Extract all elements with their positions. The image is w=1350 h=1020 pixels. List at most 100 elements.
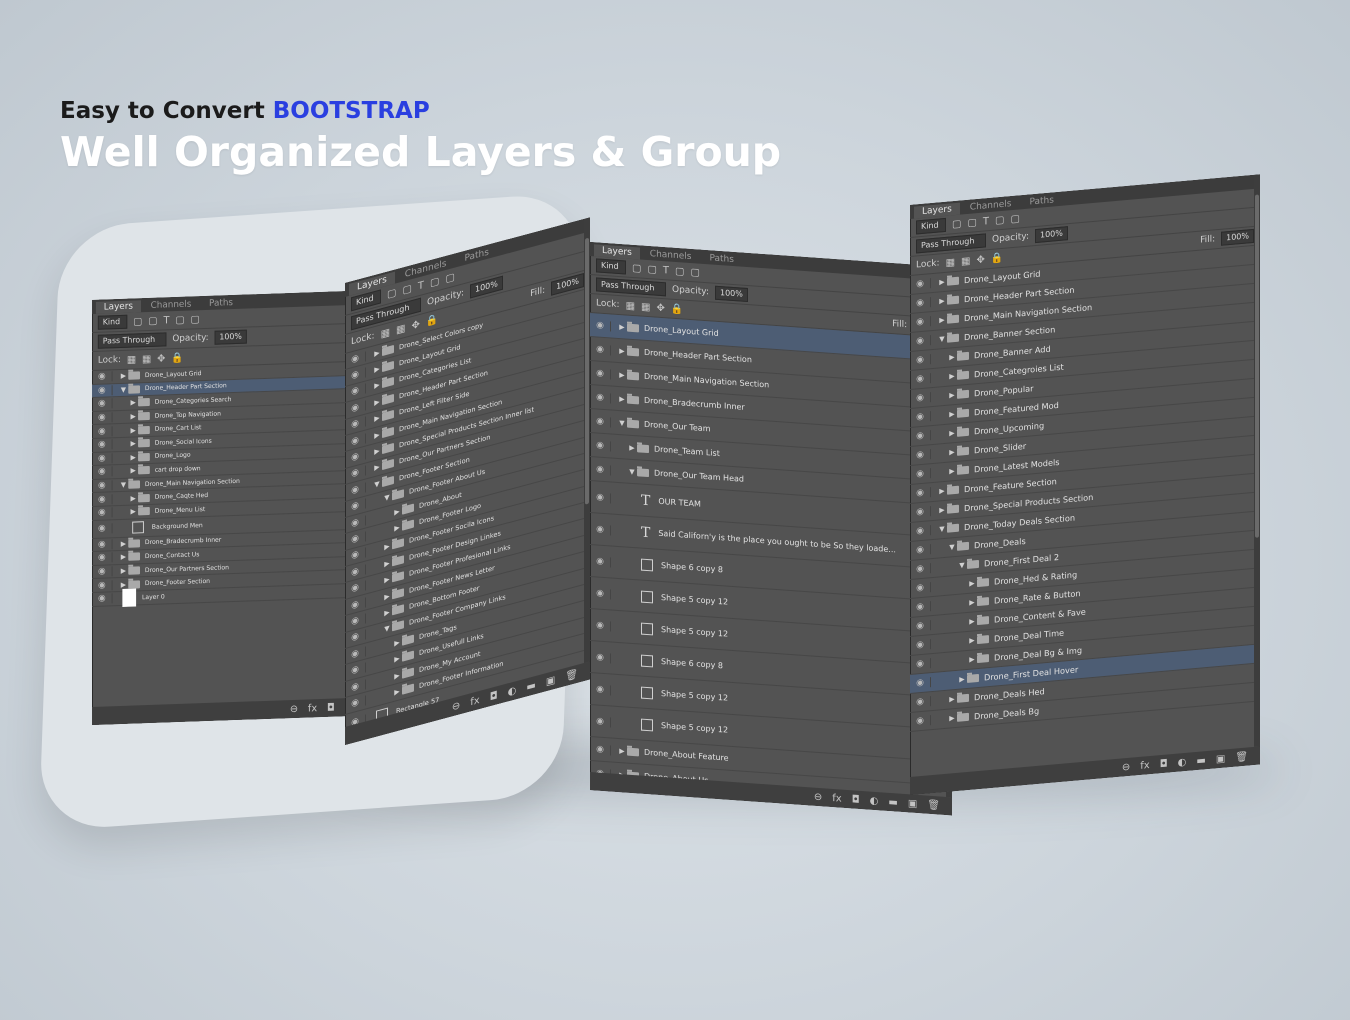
collapsed-caret-icon[interactable]: ▶: [392, 654, 402, 665]
visibility-eye-icon[interactable]: ◉: [345, 400, 366, 416]
trash-icon[interactable]: 🗑: [1235, 751, 1248, 763]
expanded-caret-icon[interactable]: ▼: [118, 481, 128, 489]
visibility-eye-icon[interactable]: ◉: [345, 695, 366, 711]
visibility-eye-icon[interactable]: ◉: [590, 491, 611, 503]
visibility-eye-icon[interactable]: ◉: [910, 335, 931, 347]
visibility-eye-icon[interactable]: ◉: [345, 678, 366, 695]
lock-paint-icon[interactable]: ▦: [396, 322, 405, 336]
collapsed-caret-icon[interactable]: ▶: [128, 467, 138, 475]
lock-all-icon[interactable]: 🔒: [671, 303, 683, 315]
visibility-eye-icon[interactable]: ◉: [910, 392, 931, 404]
visibility-eye-icon[interactable]: ◉: [345, 433, 366, 449]
lock-pixels-icon[interactable]: ▦: [946, 257, 955, 269]
collapsed-caret-icon[interactable]: ▶: [128, 399, 138, 407]
visibility-eye-icon[interactable]: ◉: [910, 449, 931, 461]
adjustment-icon[interactable]: ◐: [870, 795, 879, 807]
visibility-eye-icon[interactable]: ◉: [590, 619, 611, 632]
visibility-eye-icon[interactable]: ◉: [590, 587, 611, 600]
visibility-eye-icon[interactable]: ◉: [345, 531, 366, 547]
visibility-eye-icon[interactable]: ◉: [345, 646, 366, 662]
visibility-eye-icon[interactable]: ◉: [345, 662, 366, 679]
collapsed-caret-icon[interactable]: ▶: [118, 553, 128, 561]
collapsed-caret-icon[interactable]: ▶: [957, 675, 967, 684]
visibility-eye-icon[interactable]: ◉: [345, 498, 366, 515]
visibility-eye-icon[interactable]: ◉: [910, 582, 931, 594]
visibility-eye-icon[interactable]: ◉: [910, 544, 931, 556]
shape-filter-icon[interactable]: ▢: [430, 275, 439, 289]
lock-pixels-icon[interactable]: ▦: [127, 354, 136, 365]
visibility-eye-icon[interactable]: ◉: [92, 552, 113, 564]
visibility-eye-icon[interactable]: ◉: [345, 547, 366, 564]
collapsed-caret-icon[interactable]: ▶: [937, 278, 947, 287]
collapsed-caret-icon[interactable]: ▶: [947, 372, 957, 381]
text-filter-icon[interactable]: T: [983, 216, 989, 228]
collapsed-caret-icon[interactable]: ▶: [627, 443, 637, 452]
adjustment-icon[interactable]: ◐: [1178, 756, 1187, 768]
visibility-eye-icon[interactable]: ◉: [345, 613, 366, 629]
fx-icon[interactable]: fx: [470, 694, 479, 708]
visibility-eye-icon[interactable]: ◉: [910, 601, 931, 613]
collapsed-caret-icon[interactable]: ▶: [937, 506, 947, 515]
adjustment-icon[interactable]: ◐: [508, 685, 517, 698]
collapsed-caret-icon[interactable]: ▶: [937, 487, 947, 496]
collapsed-caret-icon[interactable]: ▶: [947, 448, 957, 457]
visibility-eye-icon[interactable]: ◉: [590, 415, 611, 427]
visibility-eye-icon[interactable]: ◉: [92, 412, 113, 424]
fx-icon[interactable]: fx: [1140, 760, 1149, 772]
visibility-eye-icon[interactable]: ◉: [590, 439, 611, 451]
image-filter-icon[interactable]: ▢: [952, 218, 961, 230]
visibility-eye-icon[interactable]: ◉: [92, 579, 113, 591]
collapsed-caret-icon[interactable]: ▶: [118, 540, 128, 548]
collapsed-caret-icon[interactable]: ▶: [937, 316, 947, 325]
visibility-eye-icon[interactable]: ◉: [590, 391, 611, 403]
collapsed-caret-icon[interactable]: ▶: [947, 353, 957, 362]
scrollbar[interactable]: [1254, 174, 1260, 747]
visibility-eye-icon[interactable]: ◉: [92, 507, 113, 519]
collapsed-caret-icon[interactable]: ▶: [372, 364, 382, 375]
collapsed-caret-icon[interactable]: ▶: [967, 598, 977, 607]
collapsed-caret-icon[interactable]: ▶: [128, 440, 138, 448]
folder-icon[interactable]: ▬: [1196, 755, 1205, 767]
visibility-eye-icon[interactable]: ◉: [910, 525, 931, 537]
visibility-eye-icon[interactable]: ◉: [92, 593, 113, 605]
fx-icon[interactable]: fx: [832, 792, 841, 804]
smart-filter-icon[interactable]: ▢: [690, 267, 699, 279]
visibility-eye-icon[interactable]: ◉: [590, 651, 611, 664]
collapsed-caret-icon[interactable]: ▶: [118, 372, 128, 380]
lock-all-icon[interactable]: 🔒: [171, 352, 183, 363]
collapsed-caret-icon[interactable]: ▶: [947, 695, 957, 704]
visibility-eye-icon[interactable]: ◉: [345, 482, 366, 498]
collapsed-caret-icon[interactable]: ▶: [372, 430, 382, 441]
adjust-filter-icon[interactable]: ▢: [402, 283, 411, 297]
collapsed-caret-icon[interactable]: ▶: [382, 558, 392, 569]
lock-pixels-icon[interactable]: ▦: [626, 300, 635, 312]
folder-icon[interactable]: ▬: [526, 679, 535, 693]
visibility-eye-icon[interactable]: ◉: [92, 425, 113, 437]
kind-filter[interactable]: Kind: [97, 314, 128, 330]
blend-mode-select[interactable]: Pass Through: [596, 277, 666, 297]
visibility-eye-icon[interactable]: ◉: [92, 439, 113, 451]
collapsed-caret-icon[interactable]: ▶: [372, 397, 382, 408]
visibility-eye-icon[interactable]: ◉: [92, 453, 113, 464]
collapsed-caret-icon[interactable]: ▶: [947, 429, 957, 438]
lock-pixels-icon[interactable]: ▦: [381, 326, 390, 340]
visibility-eye-icon[interactable]: ◉: [92, 566, 113, 578]
visibility-eye-icon[interactable]: ◉: [910, 278, 931, 290]
lock-move-icon[interactable]: ✥: [656, 302, 664, 314]
opacity-field[interactable]: 100%: [715, 285, 748, 303]
link-icon[interactable]: ⊖: [452, 700, 460, 713]
collapsed-caret-icon[interactable]: ▶: [947, 714, 957, 723]
visibility-eye-icon[interactable]: ◉: [910, 354, 931, 366]
visibility-eye-icon[interactable]: ◉: [345, 351, 366, 367]
expanded-caret-icon[interactable]: ▼: [382, 493, 392, 504]
lock-move-icon[interactable]: ✥: [976, 254, 984, 266]
visibility-eye-icon[interactable]: ◉: [92, 539, 113, 550]
collapsed-caret-icon[interactable]: ▶: [372, 348, 382, 359]
collapsed-caret-icon[interactable]: ▶: [382, 575, 392, 586]
expanded-caret-icon[interactable]: ▼: [957, 561, 967, 570]
image-filter-icon[interactable]: ▢: [133, 316, 142, 327]
collapsed-caret-icon[interactable]: ▶: [617, 370, 627, 379]
shape-filter-icon[interactable]: ▢: [995, 214, 1004, 226]
expanded-caret-icon[interactable]: ▼: [947, 543, 957, 552]
visibility-eye-icon[interactable]: ◉: [910, 430, 931, 442]
